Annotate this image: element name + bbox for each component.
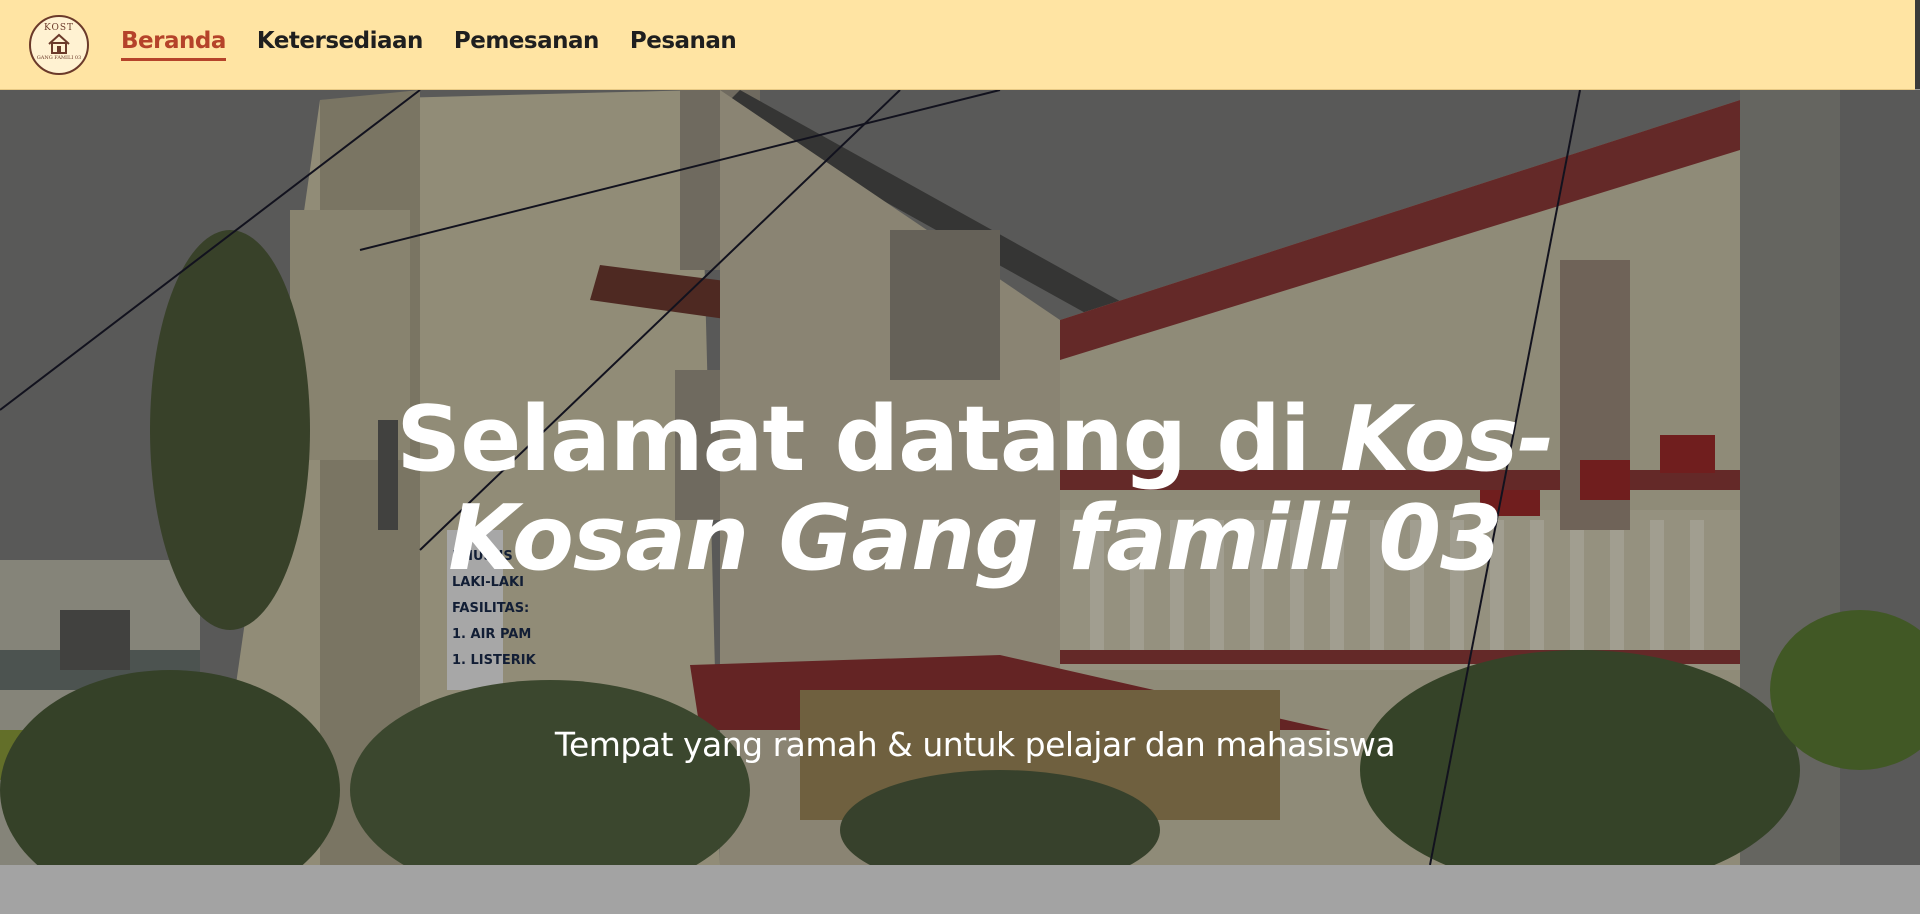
house-icon	[48, 33, 70, 54]
hero-subtitle: Tempat yang ramah & untuk pelajar dan ma…	[554, 725, 1396, 764]
hero-title-prefix: Selamat datang di	[396, 387, 1341, 492]
section-bottom-band	[0, 865, 1920, 914]
top-navbar: KOST GANG FAMILI 03 Beranda Ketersediaan…	[0, 0, 1915, 90]
nav-link-pesanan[interactable]: Pesanan	[630, 28, 737, 61]
nav-link-pemesanan[interactable]: Pemesanan	[454, 28, 600, 61]
nav-link-beranda[interactable]: Beranda	[121, 28, 226, 61]
nav-link-ketersediaan[interactable]: Ketersediaan	[257, 28, 424, 61]
nav-links: Beranda Ketersediaan Pemesanan Pesanan	[121, 28, 767, 61]
hero-title: Selamat datang di Kos-Kosan Gang famili …	[360, 390, 1590, 588]
logo-bottom-text: GANG FAMILI 03	[36, 55, 82, 61]
hero-banner: KHUSUS LAKI-LAKI FASILITAS: 1. AIR PAM 1. LI…	[0, 90, 1920, 865]
page-scrollbar[interactable]	[1915, 0, 1920, 89]
logo-top-text: KOST	[43, 23, 75, 33]
kost-logo[interactable]: KOST GANG FAMILI 03	[29, 14, 89, 75]
